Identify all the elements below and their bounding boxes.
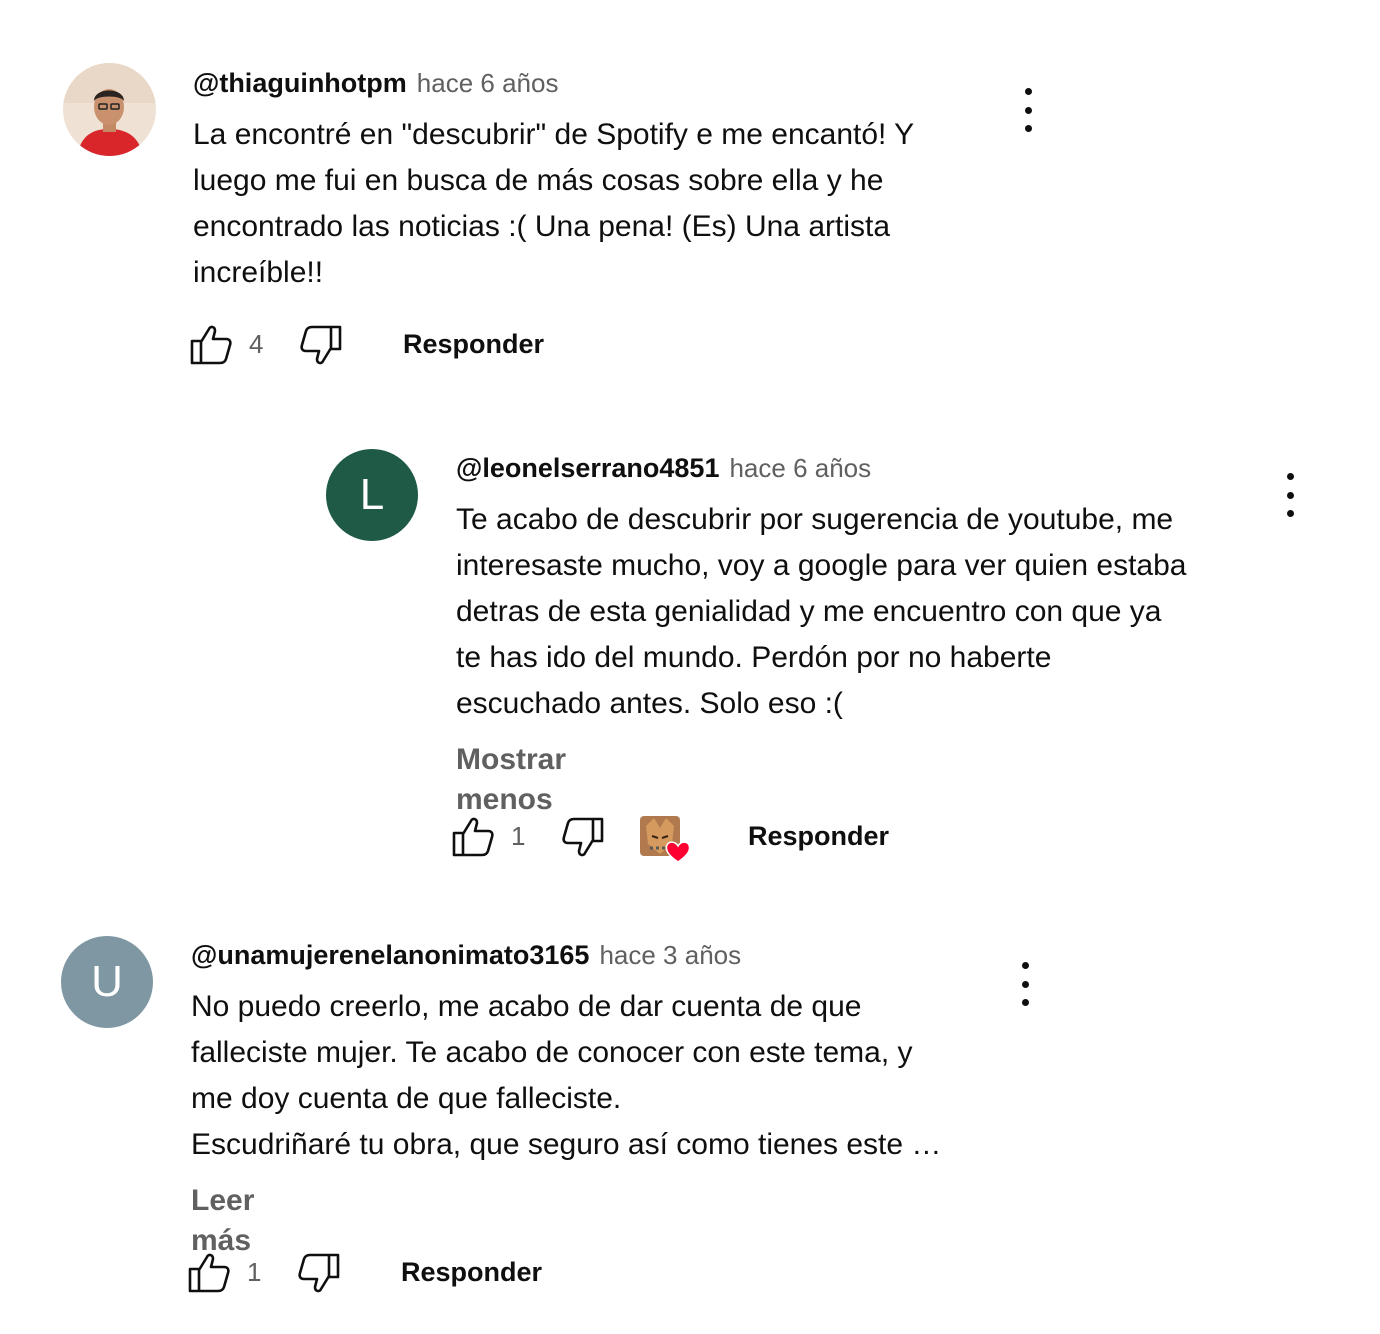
comment-action-bar: 1 Responder bbox=[450, 814, 950, 863]
avatar[interactable] bbox=[63, 63, 156, 156]
like-count: 4 bbox=[249, 329, 264, 359]
author-name[interactable]: @leonelserrano4851 bbox=[456, 453, 719, 483]
creator-heart-badge bbox=[640, 816, 691, 863]
author-name[interactable]: @thiaguinhotpm bbox=[193, 68, 407, 98]
like-count: 1 bbox=[511, 821, 526, 851]
avatar[interactable]: U bbox=[61, 936, 153, 1028]
avatar-letter: L bbox=[359, 470, 385, 519]
comment-text: La encontré en "descubrir" de Spotify e … bbox=[193, 118, 915, 289]
comment-action-bar: 1 Responder bbox=[186, 1250, 586, 1294]
comment-menu-button[interactable] bbox=[1280, 473, 1300, 517]
comment-header: @leonelserrano4851 hace 6 años bbox=[456, 448, 871, 493]
heart-icon bbox=[665, 841, 691, 863]
thumb-down-icon[interactable] bbox=[298, 324, 344, 368]
avatar[interactable]: L bbox=[326, 449, 418, 541]
avatar-photo bbox=[63, 63, 156, 156]
more-vert-icon bbox=[1024, 88, 1032, 95]
more-vert-icon bbox=[1286, 473, 1294, 480]
comment-timestamp[interactable]: hace 6 años bbox=[729, 453, 871, 483]
more-vert-icon bbox=[1021, 962, 1029, 969]
show-less-link[interactable]: Mostrar menos bbox=[456, 740, 566, 820]
read-more-link[interactable]: Leer más bbox=[191, 1181, 254, 1261]
reply-button[interactable]: Responder bbox=[748, 814, 889, 858]
thumb-up-icon[interactable] bbox=[450, 814, 496, 858]
comment-text: Te acabo de descubrir por sugerencia de … bbox=[456, 503, 1187, 720]
comment-timestamp[interactable]: hace 3 años bbox=[599, 940, 741, 970]
like-count: 1 bbox=[247, 1257, 262, 1287]
thumb-up-icon[interactable] bbox=[188, 322, 234, 366]
comment-action-bar: 4 Responder bbox=[188, 322, 588, 366]
comment-header: @unamujerenelanonimato3165 hace 3 años bbox=[191, 935, 741, 980]
reply-button[interactable]: Responder bbox=[401, 1250, 542, 1294]
comment-timestamp[interactable]: hace 6 años bbox=[417, 68, 559, 98]
comment-menu-button[interactable] bbox=[1015, 962, 1035, 1006]
author-name[interactable]: @unamujerenelanonimato3165 bbox=[191, 940, 589, 970]
thumb-down-icon[interactable] bbox=[560, 816, 606, 860]
comment-text: No puedo creerlo, me acabo de dar cuenta… bbox=[191, 990, 942, 1161]
comment-menu-button[interactable] bbox=[1018, 88, 1038, 132]
comment-header: @thiaguinhotpm hace 6 años bbox=[193, 63, 558, 108]
thumb-down-icon[interactable] bbox=[296, 1252, 342, 1296]
reply-button[interactable]: Responder bbox=[403, 322, 544, 366]
avatar-letter: U bbox=[91, 957, 123, 1006]
thumb-up-icon[interactable] bbox=[186, 1250, 232, 1294]
